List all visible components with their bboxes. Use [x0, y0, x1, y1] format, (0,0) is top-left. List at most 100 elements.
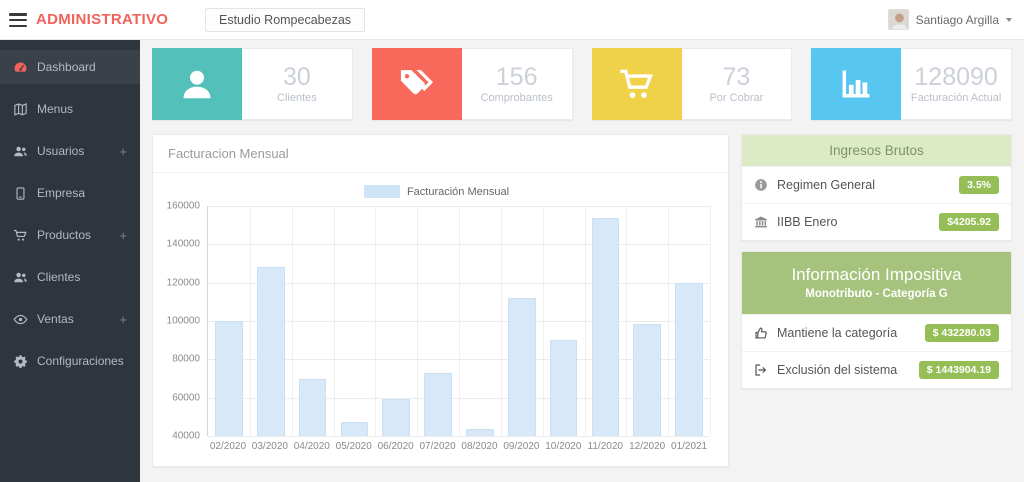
- chart-plot: [207, 206, 710, 436]
- sales-icon: [13, 312, 28, 327]
- chart-panel-title: Facturacion Mensual: [153, 135, 728, 173]
- hamburger-menu-icon[interactable]: [9, 13, 27, 27]
- ingresos-brutos-panel: Ingresos Brutos Regimen General3.5%IIBB …: [741, 134, 1012, 241]
- sidebar-item-label: Usuarios: [37, 144, 84, 158]
- sidebar-item-menus[interactable]: Menus: [0, 92, 140, 126]
- panel-row: Regimen General3.5%: [742, 166, 1011, 203]
- bar-slot: [668, 206, 710, 436]
- sidebar: Dashboard Menus Usuarios + Empresa Productos+…: [0, 40, 140, 482]
- cart-icon: [592, 48, 682, 120]
- bar-slot: [543, 206, 585, 436]
- stat-body: 128090Facturación Actual: [901, 48, 1012, 120]
- gridline: [710, 206, 711, 436]
- brand-title: ADMINISTRATIVO: [36, 11, 168, 28]
- x-tick-label: 06/2020: [375, 441, 417, 452]
- bar-12-2020: [633, 324, 661, 436]
- x-tick-label: 07/2020: [417, 441, 459, 452]
- sidebar-item-label: Empresa: [37, 186, 85, 200]
- ingresos-brutos-title: Ingresos Brutos: [742, 135, 1011, 166]
- sidebar-item-usuarios[interactable]: Usuarios +: [0, 134, 140, 168]
- bar-slot: [417, 206, 459, 436]
- stat-body: 73Por Cobrar: [682, 48, 793, 120]
- info-icon: [754, 178, 768, 192]
- bar-05-2020: [341, 422, 369, 436]
- sidebar-item-dashboard[interactable]: Dashboard: [0, 50, 140, 84]
- stat-card-clientes: 30Clientes: [152, 48, 353, 120]
- sidebar-item-label: Dashboard: [37, 60, 96, 74]
- sidebar-item-configuraciones[interactable]: Configuraciones: [0, 344, 140, 378]
- settings-icon: [13, 354, 28, 369]
- user-name: Santiago Argilla: [916, 13, 999, 27]
- company-selector[interactable]: Estudio Rompecabezas: [205, 8, 365, 32]
- x-tick-label: 11/2020: [584, 441, 626, 452]
- value-badge: 3.5%: [959, 176, 999, 194]
- bar-07-2020: [424, 373, 452, 436]
- products-icon: [13, 228, 28, 243]
- sidebar-item-label: Configuraciones: [37, 354, 124, 368]
- y-tick-label: 80000: [172, 354, 200, 365]
- expand-plus-icon: +: [119, 144, 127, 159]
- top-bar: ADMINISTRATIVO Estudio Rompecabezas Sant…: [0, 0, 1024, 40]
- stat-value: 73: [722, 64, 750, 92]
- user-menu[interactable]: Santiago Argilla: [888, 9, 1012, 30]
- x-tick-label: 12/2020: [626, 441, 668, 452]
- stat-value: 128090: [914, 64, 997, 92]
- expand-plus-icon: +: [119, 312, 127, 327]
- panel-row: IIBB Enero$4205.92: [742, 203, 1011, 240]
- bar-03-2020: [257, 267, 285, 436]
- stat-body: 156Comprobantes: [462, 48, 573, 120]
- bar-slot: [585, 206, 627, 436]
- panel-row-label: Mantiene la categoría: [777, 326, 897, 340]
- company-icon: [13, 186, 28, 201]
- stats-row: 30Clientes 156Comprobantes 73Por Cobrar 128…: [152, 48, 1012, 120]
- value-badge: $ 1443904.19: [919, 361, 999, 379]
- x-tick-label: 10/2020: [542, 441, 584, 452]
- menus-icon: [13, 102, 28, 117]
- panel-row: Mantiene la categoría $ 432280.03: [742, 314, 1011, 351]
- main-content: 30Clientes 156Comprobantes 73Por Cobrar 128…: [140, 40, 1024, 482]
- sidebar-item-ventas[interactable]: Ventas+: [0, 302, 140, 336]
- y-tick-label: 140000: [167, 239, 200, 250]
- informacion-impositiva-panel: Información Impositiva Monotributo - Cat…: [741, 251, 1012, 389]
- dashboard-icon: [13, 60, 28, 75]
- x-tick-label: 04/2020: [291, 441, 333, 452]
- stat-label: Por Cobrar: [709, 92, 763, 104]
- stat-card-por-cobrar: 73Por Cobrar: [592, 48, 793, 120]
- stat-card-comprobantes: 156Comprobantes: [372, 48, 573, 120]
- chevron-down-icon: [1006, 18, 1012, 22]
- users-icon: [13, 144, 28, 159]
- sidebar-item-label: Menus: [37, 102, 73, 116]
- value-badge: $4205.92: [939, 213, 999, 231]
- value-badge: $ 432280.03: [925, 324, 999, 342]
- sidebar-item-productos[interactable]: Productos+: [0, 218, 140, 252]
- bar-01-2021: [675, 283, 703, 436]
- stat-value: 156: [496, 64, 538, 92]
- avatar: [888, 9, 909, 30]
- x-tick-label: 08/2020: [459, 441, 501, 452]
- clients-icon: [13, 270, 28, 285]
- bar-slot: [501, 206, 543, 436]
- y-tick-label: 40000: [172, 431, 200, 442]
- sign-out-icon: [754, 363, 768, 377]
- legend-label: Facturación Mensual: [407, 186, 509, 198]
- stat-body: 30Clientes: [242, 48, 353, 120]
- stat-card-facturaci-n-actual: 128090Facturación Actual: [811, 48, 1012, 120]
- x-tick-label: 02/2020: [207, 441, 249, 452]
- sidebar-item-empresa[interactable]: Empresa: [0, 176, 140, 210]
- x-tick-label: 03/2020: [249, 441, 291, 452]
- y-tick-label: 60000: [172, 392, 200, 403]
- informacion-impositiva-subtitle: Monotributo - Categoría G: [752, 288, 1001, 300]
- gridline: [208, 436, 710, 437]
- y-tick-label: 100000: [167, 316, 200, 327]
- bar-slot: [250, 206, 292, 436]
- x-tick-label: 05/2020: [333, 441, 375, 452]
- bar-04-2020: [299, 379, 327, 436]
- panel-row: Exclusión del sistema$ 1443904.19: [742, 351, 1011, 388]
- bar-chart-icon: [811, 48, 901, 120]
- bar-08-2020: [466, 429, 494, 436]
- x-tick-label: 01/2021: [668, 441, 710, 452]
- bar-slot: [292, 206, 334, 436]
- bar-slot: [208, 206, 250, 436]
- bank-icon: [754, 215, 768, 229]
- sidebar-item-clientes[interactable]: Clientes: [0, 260, 140, 294]
